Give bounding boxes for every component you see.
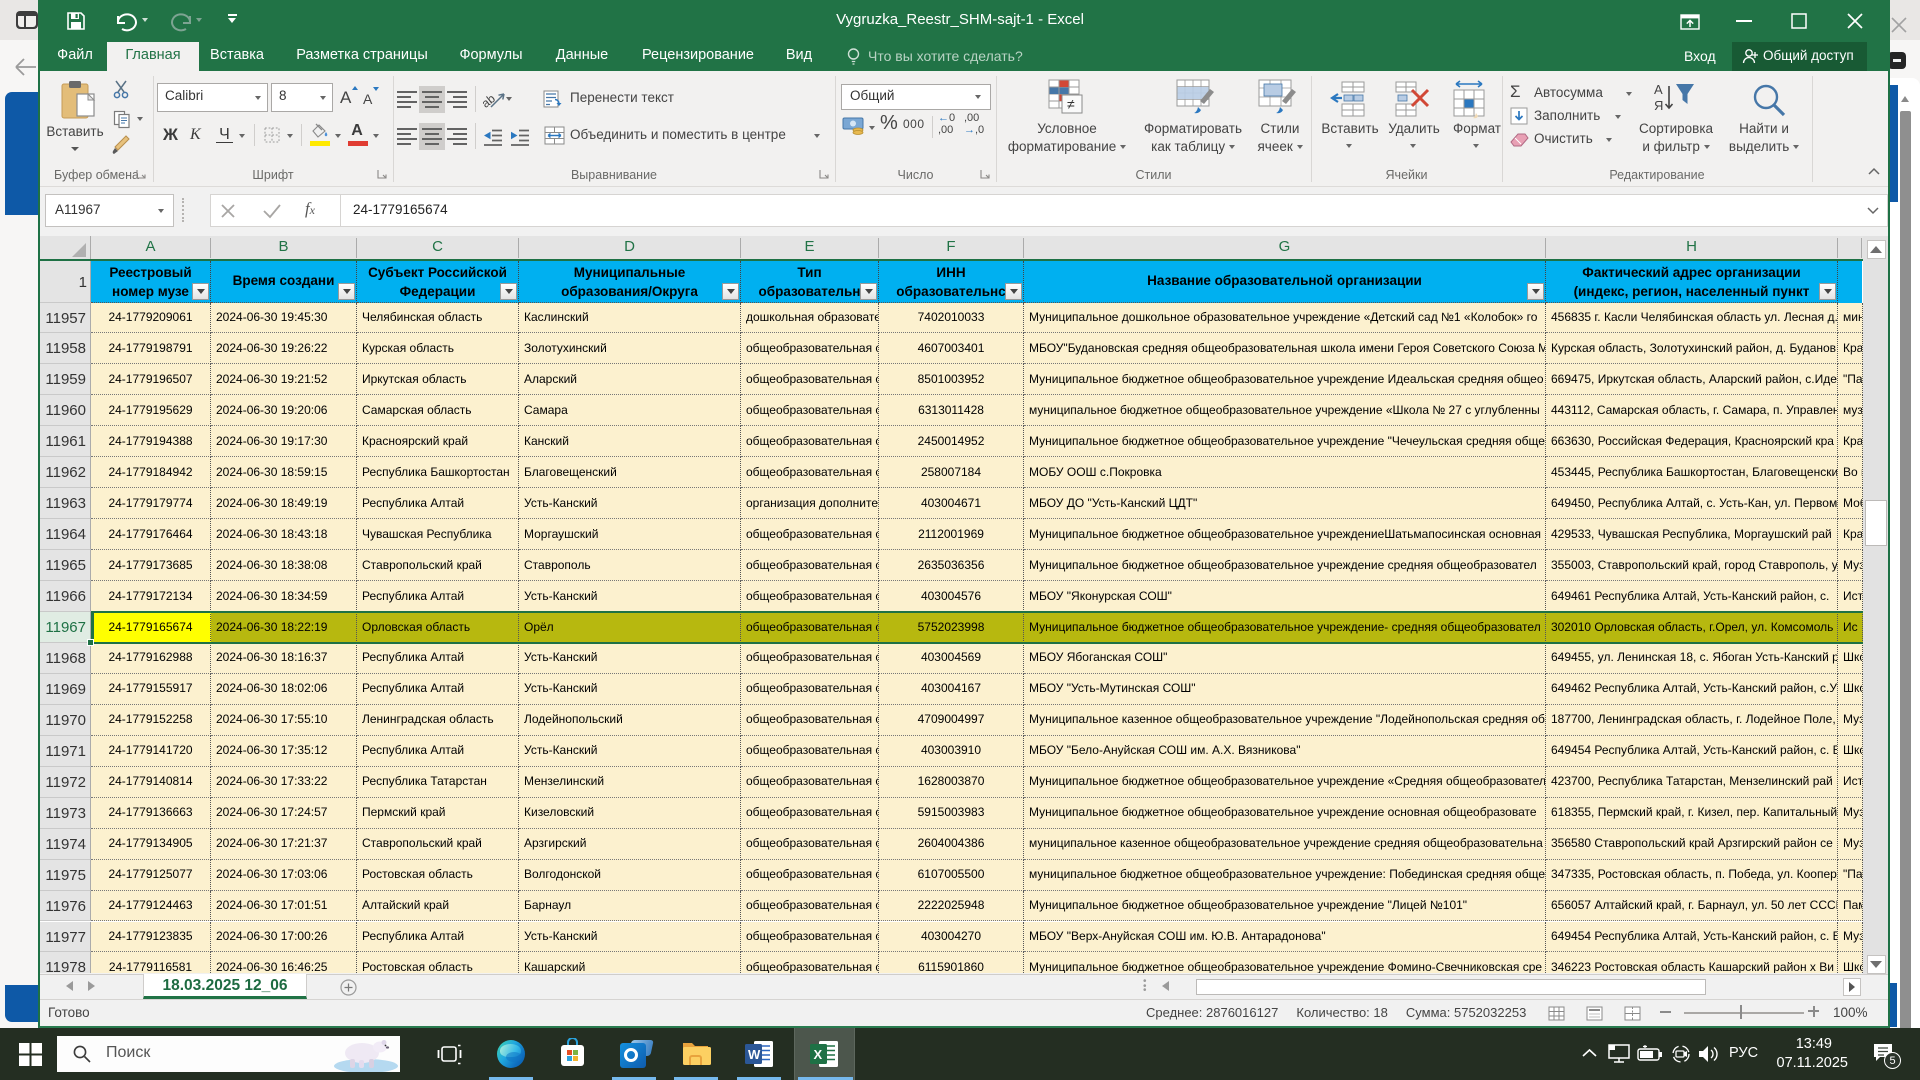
svg-text:ab: ab bbox=[483, 91, 498, 109]
svg-text:≠: ≠ bbox=[1067, 96, 1075, 112]
svg-text:X: X bbox=[814, 1047, 823, 1062]
svg-text:W: W bbox=[748, 1047, 761, 1062]
svg-text:Я: Я bbox=[1654, 98, 1663, 113]
svg-text:А: А bbox=[1654, 82, 1663, 97]
